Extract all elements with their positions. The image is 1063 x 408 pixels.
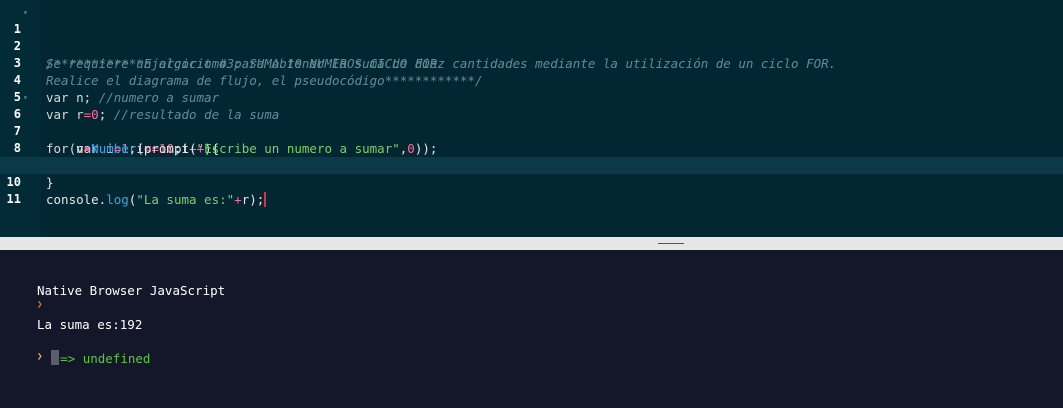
code-line[interactable]: 8 r=r+n;: [0, 123, 1063, 173]
code-line[interactable]: 3 Realice el diagrama de flujo, el pseud…: [0, 38, 1063, 88]
console-header: Native Browser JavaScript: [37, 283, 226, 298]
code-editor[interactable]: 1 ▾ /************Ejercicio #3: SUMA 10 N…: [0, 0, 1063, 237]
code-line[interactable]: 2 Se requiere un algoritmo para obtener …: [0, 21, 1063, 71]
console-output: La suma es:192: [37, 317, 143, 332]
code-line[interactable]: 1 ▾ /************Ejercicio #3: SUMA 10 N…: [0, 4, 1063, 71]
code-function: log: [106, 192, 129, 207]
console-panel[interactable]: Native Browser JavaScript ❯ La suma es:1…: [0, 250, 1063, 408]
result-value: undefined: [82, 351, 151, 366]
code-line[interactable]: 11: [0, 174, 1063, 206]
code-line[interactable]: 7 n=Number(prompt("Escribe un numero a s…: [0, 106, 1063, 156]
code-token: r);: [241, 192, 265, 207]
prompt-chevron-icon: ❯: [37, 352, 43, 362]
code-line-active[interactable]: 10 console.log("La suma es:"+r);: [0, 157, 1063, 207]
fold-arrow-icon[interactable]: ▾: [23, 4, 28, 21]
code-line[interactable]: 5 var r=0; //resultado de la suma: [0, 72, 1063, 122]
fold-arrow-icon[interactable]: ▾: [23, 89, 28, 106]
code-line[interactable]: 6 ▾ for(var i=1;i<=10;i++){: [0, 89, 1063, 156]
code-line[interactable]: 9 }: [0, 140, 1063, 190]
prompt-chevron-icon: ❯: [37, 300, 43, 310]
line-number: 11: [6, 192, 21, 206]
code-line[interactable]: 4 var n; //numero a sumar: [0, 55, 1063, 105]
text-cursor: [264, 192, 267, 207]
result-arrow: =>: [60, 351, 76, 366]
code-string: "La suma es:": [136, 192, 235, 207]
code-operator: +: [234, 192, 242, 207]
pane-resize-handle[interactable]: [0, 237, 1063, 250]
grip-icon: [658, 243, 684, 244]
console-input-cursor[interactable]: [51, 350, 59, 365]
code-token: console.: [46, 192, 107, 207]
